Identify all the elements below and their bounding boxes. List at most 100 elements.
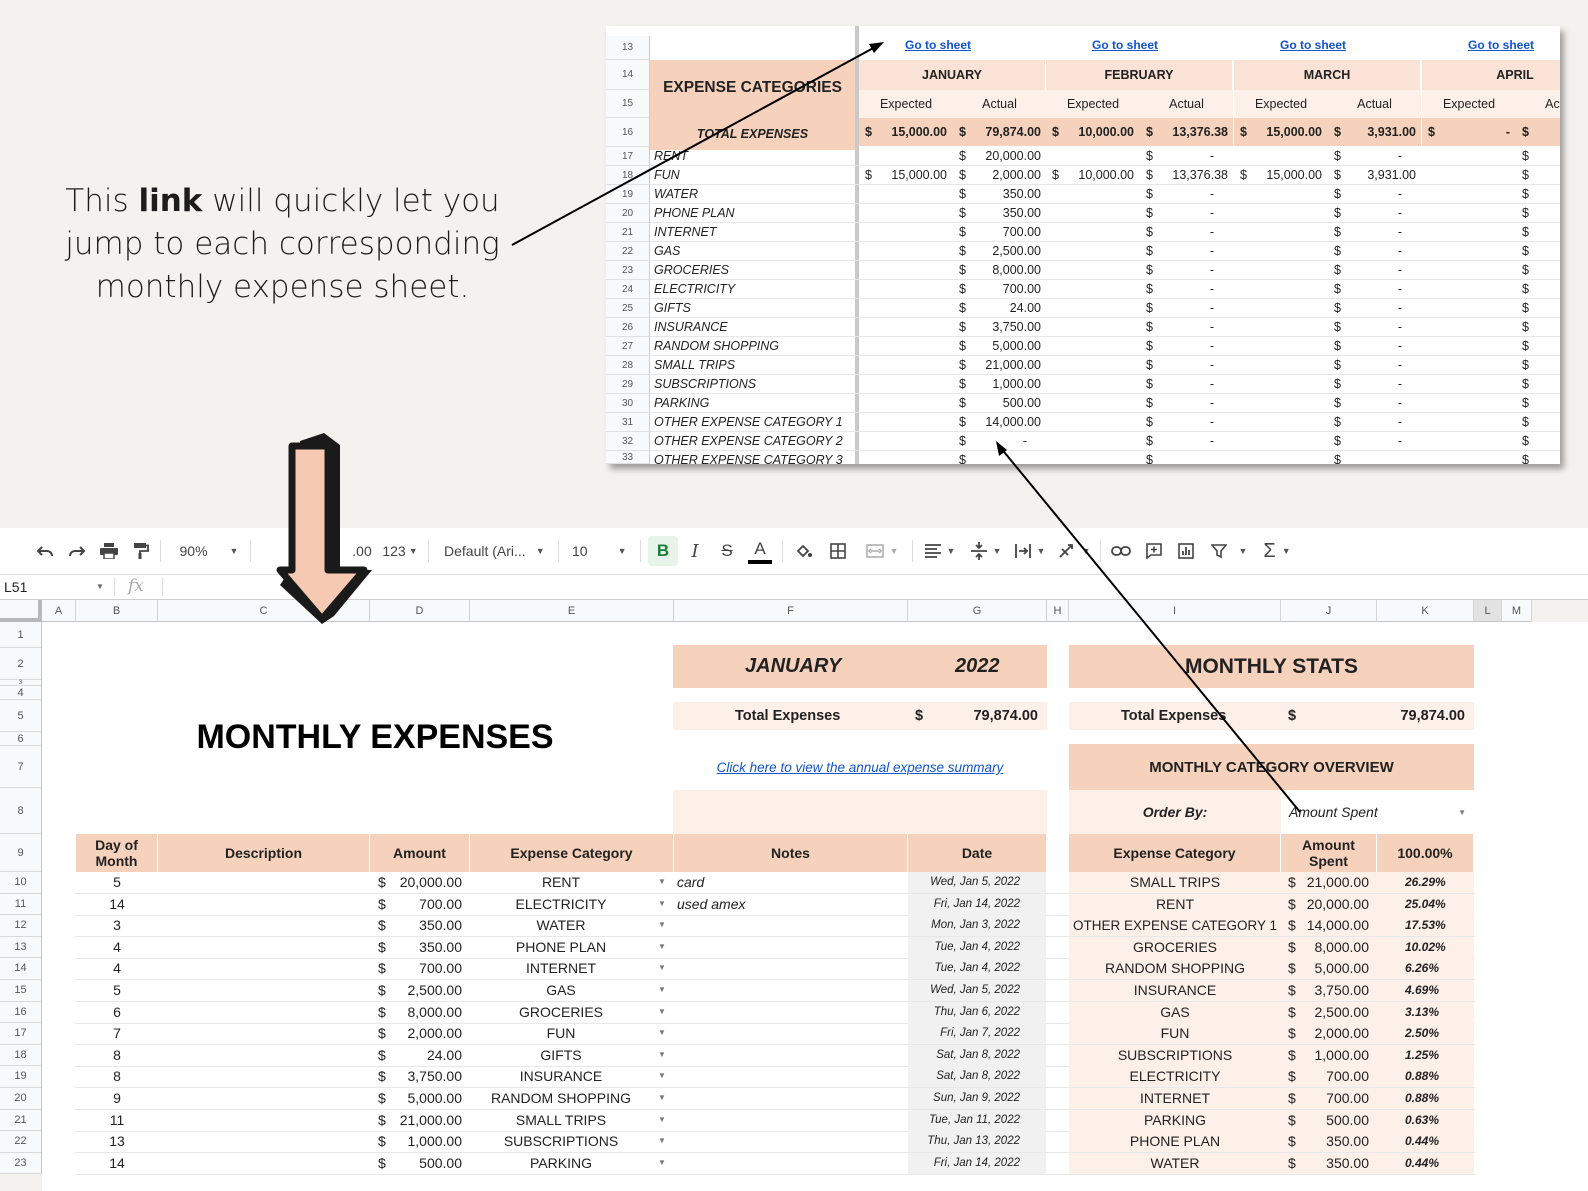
category-dropdown-caret-icon[interactable]: ▼ [658,877,666,886]
column-header-j[interactable]: J [1281,600,1377,622]
entry-amount[interactable]: 21,000.00 [370,1110,462,1131]
filter-icon[interactable]: ▼ [1206,536,1252,566]
entry-amount[interactable]: 2,500.00 [370,980,463,1001]
name-box[interactable]: L51 [4,579,27,595]
entry-day[interactable]: 14 [76,894,158,915]
column-header-b[interactable]: B [76,600,158,622]
column-header-h[interactable]: H [1047,600,1069,622]
row-number-15[interactable]: 15 [0,980,42,1002]
go-to-sheet-link[interactable]: Go to sheet [905,38,971,52]
row-number-22[interactable]: 22 [0,1131,42,1153]
print-icon[interactable] [98,536,120,566]
insert-comment-icon[interactable] [1142,536,1166,566]
row-number-23[interactable]: 23 [0,1152,42,1175]
merge-cells-icon[interactable]: ▼ [860,536,904,566]
row-number-17[interactable]: 17 [0,1023,42,1045]
row-number-19[interactable]: 19 [0,1066,42,1088]
column-header-g[interactable]: G [908,600,1047,622]
entry-amount[interactable]: 3,750.00 [370,1066,463,1087]
row-number-12[interactable]: 12 [0,915,42,937]
row-number-4[interactable]: 4 [0,686,42,700]
column-header-k[interactable]: K [1377,600,1474,622]
go-to-sheet-link[interactable]: Go to sheet [1280,38,1346,52]
entry-amount[interactable]: 500.00 [370,1153,462,1174]
entry-category[interactable]: GAS [470,980,652,1001]
row-number-10[interactable]: 10 [0,872,42,894]
row-number-2[interactable]: 2 [0,648,42,680]
row-number-21[interactable]: 21 [0,1109,42,1132]
entry-amount[interactable]: 24.00 [370,1045,462,1066]
column-header-d[interactable]: D [370,600,470,622]
category-dropdown-caret-icon[interactable]: ▼ [658,1136,666,1145]
row-number-9[interactable]: 9 [0,834,42,872]
entry-amount[interactable]: 8,000.00 [370,1002,463,1023]
go-to-sheet-link[interactable]: Go to sheet [1092,38,1158,52]
entry-day[interactable]: 5 [76,872,158,893]
category-dropdown-caret-icon[interactable]: ▼ [658,1093,666,1102]
entry-amount[interactable]: 1,000.00 [370,1131,463,1152]
entry-category[interactable]: SUBSCRIPTIONS [470,1131,652,1152]
zoom-select[interactable]: 90% ▼ [176,536,242,566]
insert-link-icon[interactable] [1108,536,1134,566]
entry-day[interactable]: 3 [76,915,158,936]
paint-format-icon[interactable] [130,536,152,566]
category-dropdown-caret-icon[interactable]: ▼ [658,1007,666,1016]
entry-notes[interactable]: used amex [677,894,745,915]
horizontal-align-icon[interactable]: ▼ [920,536,960,566]
go-to-sheet-link[interactable]: Go to sheet [1468,38,1534,52]
category-dropdown-caret-icon[interactable]: ▼ [658,1050,666,1059]
entry-notes[interactable]: card [677,872,704,893]
column-header-a[interactable]: A [42,600,76,622]
entry-amount[interactable]: 20,000.00 [370,872,462,893]
entry-amount[interactable]: 2,000.00 [370,1023,463,1044]
category-dropdown-caret-icon[interactable]: ▼ [658,1158,666,1167]
annual-summary-link[interactable]: Click here to view the annual expense su… [673,760,1047,775]
undo-icon[interactable] [34,536,56,566]
entry-amount[interactable]: 350.00 [370,915,462,936]
dropdown-caret-icon[interactable]: ▼ [1458,808,1466,817]
category-dropdown-caret-icon[interactable]: ▼ [658,942,666,951]
category-dropdown-caret-icon[interactable]: ▼ [658,1071,666,1080]
entry-day[interactable]: 4 [76,937,158,958]
row-number-13[interactable]: 13 [0,936,42,959]
row-number-16[interactable]: 16 [0,1001,42,1024]
entry-category[interactable]: RANDOM SHOPPING [470,1088,652,1109]
strikethrough-button[interactable]: S [715,536,739,566]
entry-category[interactable]: GROCERIES [470,1002,652,1023]
row-number-18[interactable]: 18 [0,1044,42,1067]
entry-day[interactable]: 7 [76,1023,158,1044]
decrease-decimal-button[interactable]: .00 [348,536,376,566]
entry-amount[interactable]: 5,000.00 [370,1088,463,1109]
entry-category[interactable]: PARKING [470,1153,652,1174]
name-box-caret-icon[interactable]: ▼ [96,582,104,591]
entry-day[interactable]: 13 [76,1131,158,1152]
functions-button[interactable]: Σ ▼ [1258,536,1296,566]
entry-day[interactable]: 8 [76,1066,158,1087]
entry-category[interactable]: ELECTRICITY [470,894,652,915]
column-header-e[interactable]: E [470,600,674,622]
category-dropdown-caret-icon[interactable]: ▼ [658,985,666,994]
entry-category[interactable]: WATER [470,915,652,936]
category-dropdown-caret-icon[interactable]: ▼ [658,1028,666,1037]
entry-category[interactable]: GIFTS [470,1045,652,1066]
entry-category[interactable]: PHONE PLAN [470,937,652,958]
entry-day[interactable]: 11 [76,1110,158,1131]
entry-category[interactable]: INSURANCE [470,1066,652,1087]
row-number-14[interactable]: 14 [0,958,42,980]
entry-amount[interactable]: 700.00 [370,894,462,915]
category-dropdown-caret-icon[interactable]: ▼ [658,920,666,929]
row-number-20[interactable]: 20 [0,1088,42,1110]
column-header-i[interactable]: I [1069,600,1281,622]
category-dropdown-caret-icon[interactable]: ▼ [658,899,666,908]
entry-day[interactable]: 9 [76,1088,158,1109]
category-dropdown-caret-icon[interactable]: ▼ [658,963,666,972]
select-all-corner[interactable] [0,600,42,622]
order-by-dropdown[interactable]: Amount Spent ▼ [1281,790,1474,834]
entry-amount[interactable]: 350.00 [370,937,462,958]
more-formats-select[interactable]: 123 ▼ [380,536,420,566]
borders-icon[interactable] [826,536,850,566]
row-number-6[interactable]: 6 [0,732,42,746]
column-header-m[interactable]: M [1502,600,1532,622]
row-number-7[interactable]: 7 [0,746,42,788]
row-number-11[interactable]: 11 [0,893,42,916]
